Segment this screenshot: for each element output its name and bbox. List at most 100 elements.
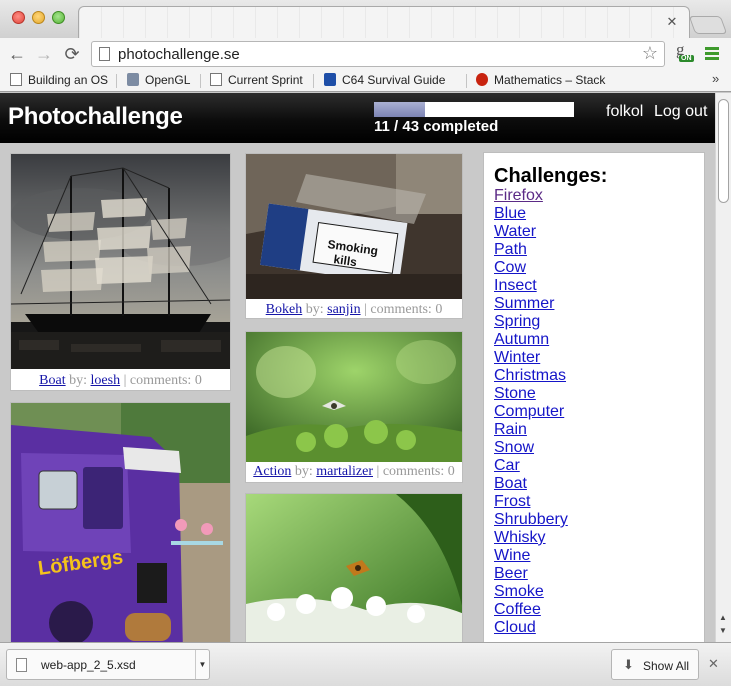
browser-tab[interactable]: ✕ [78,6,690,38]
extension-icon[interactable]: g ON [673,40,695,67]
challenge-item: Spring [494,313,568,331]
photo-action-image[interactable] [246,332,462,462]
challenge-link[interactable]: Computer [494,403,564,420]
challenge-link[interactable]: Cloud [494,619,536,636]
scroll-up-arrow-icon[interactable]: ▲ [719,613,727,622]
reload-icon[interactable]: ⟳ [61,43,83,65]
challenge-link[interactable]: Action [253,464,291,479]
page-icon [10,73,22,86]
challenge-link[interactable]: Path [494,241,527,258]
challenge-link[interactable]: Winter [494,349,540,366]
scroll-down-arrow-icon[interactable]: ▼ [719,626,727,635]
comments-count[interactable]: comments: 0 [130,373,202,388]
back-arrow-icon[interactable]: ← [6,43,28,65]
forward-arrow-icon[interactable]: → [33,43,55,65]
challenge-link[interactable]: Frost [494,493,530,510]
challenge-link[interactable]: Snow [494,439,534,456]
challenge-item: Snow [494,439,568,457]
challenge-link[interactable]: Insect [494,277,537,294]
challenge-item: Path [494,241,568,259]
challenge-link[interactable]: Rain [494,421,527,438]
challenge-item: Summer [494,295,568,313]
challenge-link[interactable]: Boat [494,475,527,492]
window-minimize-button[interactable] [32,11,45,24]
site-title[interactable]: Photochallenge [8,103,183,131]
comments-count[interactable]: comments: 0 [370,302,442,317]
window-close-button[interactable] [12,11,25,24]
author-link[interactable]: martalizer [316,464,373,479]
challenge-item: Autumn [494,331,568,349]
challenge-item: Smoke [494,583,568,601]
bookmark-opengl[interactable]: OpenGL [127,73,190,87]
close-download-shelf-icon[interactable]: ✕ [708,656,719,672]
window-zoom-button[interactable] [52,11,65,24]
logout-link[interactable]: Log out [654,103,707,121]
bookmark-current-sprint[interactable]: Current Sprint [210,73,303,87]
author-link[interactable]: loesh [91,373,121,388]
challenge-item: Winter [494,349,568,367]
photo-boat-image[interactable] [11,154,230,369]
scroll-thumb[interactable] [718,99,729,203]
challenge-link[interactable]: Christmas [494,367,566,384]
c64-icon [324,73,336,86]
author-link[interactable]: sanjin [327,302,360,317]
stackexchange-icon [476,73,488,86]
extension-on-badge: ON [679,55,694,62]
challenge-item: Shrubbery [494,511,568,529]
bookmark-star-icon[interactable]: ☆ [642,43,658,64]
challenge-link[interactable]: Beer [494,565,528,582]
challenge-link[interactable]: Spring [494,313,540,330]
url-input[interactable] [118,44,618,64]
challenge-link[interactable]: Smoke [494,583,544,600]
challenge-link[interactable]: Wine [494,547,530,564]
photo-insect-image[interactable] [246,494,462,642]
challenge-item: Water [494,223,568,241]
download-menu-caret-icon[interactable]: ▼ [195,650,209,679]
document-icon [16,658,27,672]
bookmark-c64-survival-guide[interactable]: C64 Survival Guide [324,73,445,87]
comments-count[interactable]: comments: 0 [383,464,455,479]
page-icon [210,73,222,86]
challenge-item: Blue [494,205,568,223]
opengl-icon [127,73,139,86]
challenge-link[interactable]: Stone [494,385,536,402]
challenge-link[interactable]: Firefox [494,187,543,204]
show-all-downloads-button[interactable]: ⬇ Show All [611,649,699,680]
challenge-item: Insect [494,277,568,295]
challenge-item: Coffee [494,601,568,619]
challenge-item: Christmas [494,367,568,385]
challenge-item: Cow [494,259,568,277]
bookmark-building-an-os[interactable]: Building an OS [10,73,108,87]
challenge-link[interactable]: Car [494,457,520,474]
challenges-heading: Challenges: [494,165,608,187]
photo-truck-image[interactable]: Löfbergs [11,403,230,642]
address-bar[interactable]: ☆ [91,41,665,67]
photo-card-action: Action by: martalizer | comments: 0 [245,331,463,483]
challenge-link[interactable]: Blue [494,205,526,222]
download-item[interactable]: web-app_2_5.xsd ▼ [6,649,210,680]
challenge-link[interactable]: Boat [39,373,65,388]
more-bookmarks-button[interactable]: » [712,71,719,86]
page-viewport: Photochallenge 11 / 43 completed folkol … [0,93,715,642]
challenge-link[interactable]: Cow [494,259,526,276]
chrome-menu-icon[interactable] [705,47,719,60]
challenge-link[interactable]: Water [494,223,536,240]
photo-bokeh-image[interactable]: Smoking kills [246,154,462,299]
challenge-link[interactable]: Autumn [494,331,549,348]
user-link[interactable]: folkol [606,103,643,121]
challenge-link[interactable]: Whisky [494,529,546,546]
challenge-link[interactable]: Shrubbery [494,511,568,528]
challenge-item: Wine [494,547,568,565]
challenge-link[interactable]: Summer [494,295,554,312]
bookmark-mathematics[interactable]: Mathematics – Stack [476,73,605,87]
page-scrollbar[interactable]: ▲ ▼ [715,93,731,642]
challenge-item: Computer [494,403,568,421]
challenge-link[interactable]: Coffee [494,601,541,618]
challenge-item: Stone [494,385,568,403]
download-file-name: web-app_2_5.xsd [41,658,136,672]
challenge-link[interactable]: Bokeh [266,302,303,317]
tab-close-icon[interactable]: ✕ [665,15,679,29]
photo-caption-action: Action by: martalizer | comments: 0 [253,464,455,479]
bookmarks-bar: Building an OS OpenGL Current Sprint C64… [0,70,731,92]
new-tab-button[interactable] [688,16,728,34]
